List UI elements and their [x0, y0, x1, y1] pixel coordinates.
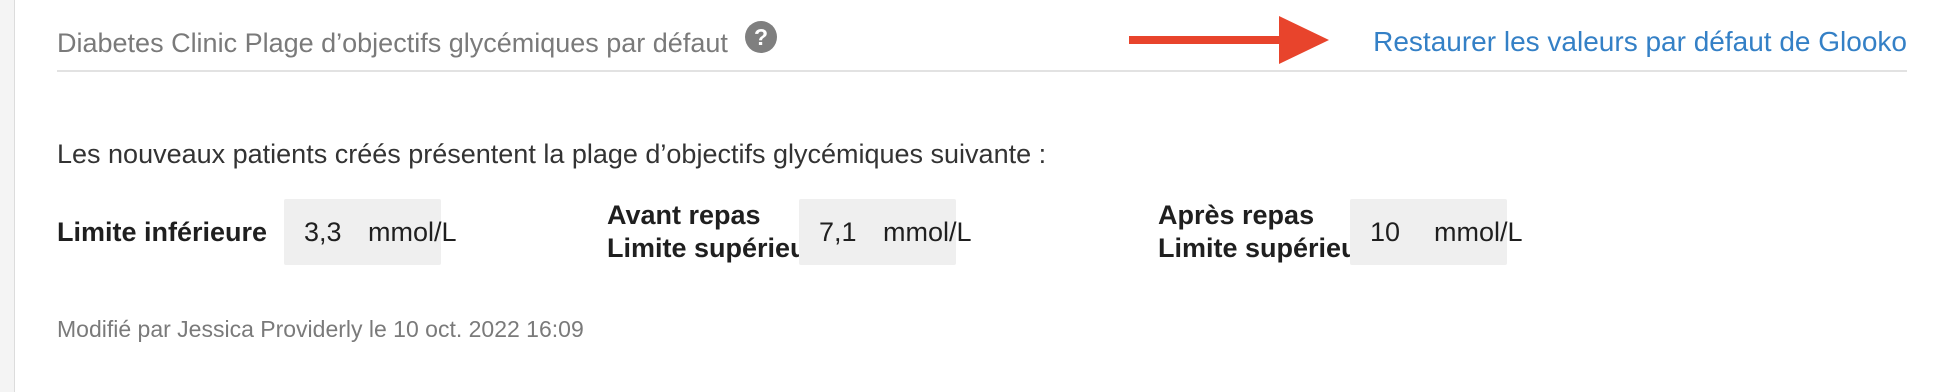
after-meal-upper-limit-value: 10: [1370, 216, 1401, 247]
lower-limit-label: Limite inférieure: [57, 217, 268, 247]
before-meal-label: Avant repas: [607, 200, 761, 230]
arrow-right-icon: [1129, 16, 1329, 64]
intro-text: Les nouveaux patients créés présentent l…: [57, 139, 1047, 169]
lower-limit-value: 3,3: [304, 216, 342, 247]
restore-defaults-link[interactable]: Restaurer les valeurs par défaut de Gloo…: [1373, 26, 1907, 58]
lower-limit-group: Limite inférieure 3,3 mmol/L: [57, 199, 457, 265]
glycemic-target-panel: Diabetes Clinic Plage d’objectifs glycém…: [14, 0, 1940, 392]
before-meal-upper-limit-field[interactable]: 7,1 mmol/L: [799, 199, 972, 265]
section-header: Diabetes Clinic Plage d’objectifs glycém…: [57, 18, 1907, 72]
after-meal-upper-limit-unit: mmol/L: [1434, 216, 1523, 247]
help-icon[interactable]: ?: [745, 21, 777, 53]
section-title: Diabetes Clinic Plage d’objectifs glycém…: [57, 28, 728, 58]
after-meal-label: Après repas: [1158, 200, 1315, 230]
after-meal-upper-limit-field[interactable]: 10 mmol/L: [1350, 199, 1523, 265]
after-meal-upper-limit-group: Après repas Limite supérieure 10 mmol/L: [1158, 199, 1523, 265]
before-meal-upper-limit-unit: mmol/L: [883, 216, 972, 247]
before-meal-upper-limit-group: Avant repas Limite supérieure 7,1 mmol/L: [607, 199, 972, 265]
lower-limit-unit: mmol/L: [368, 216, 457, 247]
before-meal-upper-limit-value: 7,1: [819, 216, 857, 247]
lower-limit-field[interactable]: 3,3 mmol/L: [284, 199, 457, 265]
last-modified-text: Modifié par Jessica Providerly le 10 oct…: [57, 316, 584, 342]
